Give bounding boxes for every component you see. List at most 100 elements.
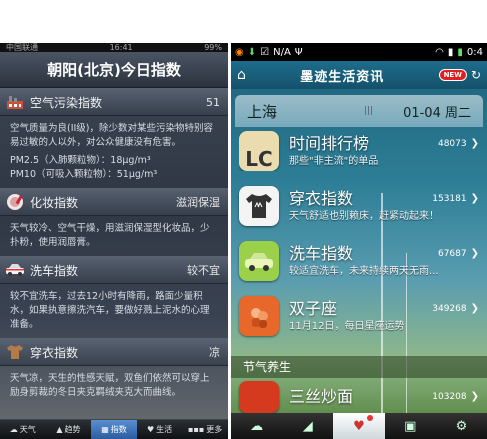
list-item[interactable]: LC 时间排行榜 48073 ❯ 那些"非主流"的单品: [239, 131, 479, 171]
notification-dot: [366, 415, 373, 421]
download-icon: ⬇: [247, 46, 257, 58]
index-description: 天气凉，天生的性感天赋，双鱼们依然可以穿上励身剪裁的冬日夹克羁绒夹克大而曲线。: [10, 373, 210, 398]
section-header: 节气养生: [231, 356, 487, 378]
list-item[interactable]: 三丝炒面 103208 ❯: [239, 378, 479, 416]
right-status-bar: ◉ ⬇ ☑ N/A Ψ ◠ ▮ ▮ 0:4: [231, 43, 487, 61]
pm25-text: PM2.5（入肺颗粒物）：18μg/m³: [10, 155, 151, 166]
item-subtitle: 11月12日，每日星座运势: [289, 321, 405, 332]
toolbox-icon: ▣: [404, 418, 417, 434]
index-name: 化妆指数: [30, 195, 79, 210]
index-value: 凉: [209, 346, 220, 359]
tab-label: 天气: [19, 425, 36, 434]
chevron-right-icon: ❯: [470, 248, 479, 259]
tab-more[interactable]: ▪▪▪ 更多: [182, 420, 228, 439]
list-item[interactable]: 洗车指数 67687 ❯ 较适宜洗车，未来持续两天无雨...: [239, 236, 479, 286]
clothes-icon: [4, 342, 26, 362]
tab-weather[interactable]: ☁ 天气: [0, 420, 46, 439]
item-title: 三丝炒面: [289, 387, 354, 406]
carrier-label: 中国联通: [6, 43, 38, 52]
drag-handle-icon[interactable]: |||: [364, 106, 373, 116]
chevron-right-icon: ❯: [470, 391, 479, 402]
cloud-icon: ☁: [250, 418, 264, 434]
tab-trend[interactable]: ◢: [282, 419, 333, 434]
heart-icon: ♥: [146, 425, 155, 434]
index-name: 洗车指数: [30, 263, 79, 278]
chevron-right-icon: ❯: [470, 138, 479, 149]
item-subtitle: 天气舒适也别赖床，赶紧动起来！: [289, 211, 439, 222]
pm10-text: PM10（可吸入颗粒物）：51μg/m³: [10, 169, 158, 180]
tab-tools[interactable]: ▣: [385, 419, 436, 434]
tab-life[interactable]: ♥ 生活: [137, 420, 183, 439]
index-clothing[interactable]: 穿衣指数 凉: [0, 338, 228, 366]
index-desc-text: 空气质量为良(II级)，除少数对某些污染物特别容易过敏的人以外，对公众健康没有危…: [10, 123, 214, 148]
tab-index[interactable]: ▦ 指数: [91, 420, 137, 439]
status-time: 0:4: [466, 46, 483, 58]
tab-trend[interactable]: ▲ 趋势: [46, 420, 92, 439]
trend-ranking-thumbnail: LC: [239, 131, 279, 171]
view-count: 153181: [432, 194, 467, 204]
item-subtitle: 较适宜洗车，未来持续两天无雨...: [289, 266, 439, 277]
chart-icon: ◢: [302, 418, 313, 434]
view-count: 349268: [432, 304, 467, 314]
shirt-thumbnail: [239, 186, 279, 226]
battery-label: 99%: [204, 43, 222, 52]
left-status-bar: 中国联通 16:41 99%: [0, 43, 228, 52]
car-thumbnail: [239, 241, 279, 281]
battery-icon: ▮: [457, 46, 463, 58]
cloud-icon: ☁: [9, 425, 18, 434]
app-title: 墨迹生活资讯: [300, 69, 385, 85]
settings-icon: ⚙: [455, 418, 468, 434]
view-count: 48073: [437, 139, 467, 149]
gemini-thumbnail: [239, 296, 279, 336]
list-item[interactable]: 穿衣指数 153181 ❯ 天气舒适也别赖床，赶紧动起来！: [239, 181, 479, 231]
moji-notification-icon: ◉: [235, 46, 244, 58]
item-title: 时间排行榜: [289, 134, 370, 153]
status-time: 16:41: [109, 43, 133, 52]
list-item[interactable]: 双子座 349268 ❯ 11月12日，每日星座运势: [239, 291, 479, 341]
view-count: 103208: [432, 392, 467, 402]
item-title: 洗车指数: [289, 244, 354, 263]
tab-label: 更多: [206, 425, 223, 434]
tab-label: 生活: [156, 425, 173, 434]
index-description: 空气质量为良(II级)，除少数对某些污染物特别容易过敏的人以外，对公众健康没有危…: [0, 116, 228, 188]
page-title: 朝阳(北京)今日指数: [0, 52, 228, 88]
index-icon: ▦: [101, 425, 109, 434]
add-city-icon[interactable]: ⌂: [237, 67, 246, 83]
cell-signal-icon: ▮: [447, 46, 454, 58]
factory-icon: [4, 92, 26, 112]
tab-life[interactable]: ♥: [333, 413, 385, 439]
heart-icon: ♥: [353, 418, 365, 434]
index-air-pollution[interactable]: 空气污染指数 51: [0, 88, 228, 116]
tab-label: 趋势: [64, 425, 81, 434]
wifi-icon: ◠: [435, 46, 444, 58]
date-label: 01-04 周二: [403, 105, 471, 121]
view-count: 67687: [437, 249, 467, 259]
checkbox-icon: ☑: [260, 46, 270, 58]
index-cosmetics[interactable]: 化妆指数 滋润保湿: [0, 188, 228, 216]
noodles-thumbnail: [239, 381, 279, 413]
car-icon: [4, 260, 26, 280]
refresh-icon[interactable]: ↻: [471, 68, 481, 82]
tab-label: 指数: [110, 425, 127, 434]
app-header: ⌂ 墨迹生活资讯 NEW ↻: [231, 61, 487, 89]
index-value: 较不宜: [187, 264, 220, 277]
tab-weather[interactable]: ☁: [231, 419, 282, 434]
trend-icon: ▲: [56, 425, 63, 434]
city-name: 上海: [247, 102, 278, 121]
left-tab-bar: ☁ 天气 ▲ 趋势 ▦ 指数 ♥ 生活 ▪▪▪ 更多: [0, 419, 228, 439]
right-tab-bar: ☁ ◢ ♥ ▣ ⚙: [231, 413, 487, 439]
more-icon: ▪▪▪: [188, 425, 205, 434]
item-subtitle: 那些"非主流"的单品: [289, 156, 379, 167]
chevron-right-icon: ❯: [470, 193, 479, 204]
index-name: 空气污染指数: [30, 95, 103, 110]
index-name: 穿衣指数: [30, 345, 79, 360]
item-title: 穿衣指数: [289, 189, 354, 208]
new-badge[interactable]: NEW: [438, 69, 467, 81]
index-car-wash[interactable]: 洗车指数 较不宜: [0, 256, 228, 284]
left-phone-screen: 中国联通 16:41 99% 朝阳(北京)今日指数 空气污染指数 51 空气质量…: [0, 43, 228, 439]
right-phone-screen: ◉ ⬇ ☑ N/A Ψ ◠ ▮ ▮ 0:4 ⌂ 墨迹生活资讯 NEW ↻ 上海 …: [231, 43, 487, 439]
tab-settings[interactable]: ⚙: [436, 419, 487, 434]
usb-icon: Ψ: [294, 46, 303, 58]
city-selector[interactable]: 上海 ||| 01-04 周二: [235, 95, 483, 127]
signal-label: N/A: [273, 46, 291, 58]
